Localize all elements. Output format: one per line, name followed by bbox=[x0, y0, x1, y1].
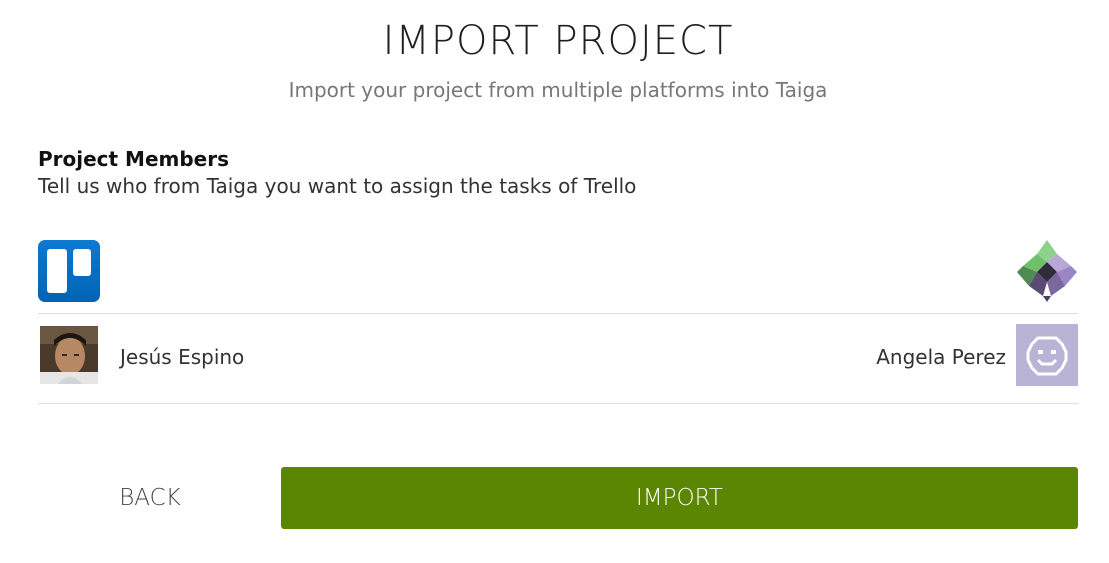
import-button[interactable]: IMPORT bbox=[281, 467, 1078, 529]
project-members-description: Tell us who from Taiga you want to assig… bbox=[38, 174, 637, 198]
divider bbox=[38, 403, 1078, 404]
page-subtitle: Import your project from multiple platfo… bbox=[288, 78, 828, 102]
page-title: IMPORT PROJECT bbox=[382, 18, 734, 64]
import-project-page: IMPORT PROJECT Import your project from … bbox=[0, 0, 1109, 563]
avatar[interactable] bbox=[1016, 324, 1078, 386]
pixel-smiley-avatar bbox=[1016, 324, 1078, 386]
project-members-heading: Project Members bbox=[38, 147, 230, 171]
trello-logo-icon bbox=[38, 240, 100, 302]
target-member-name[interactable]: Angela Perez bbox=[876, 345, 1006, 369]
divider bbox=[38, 313, 1078, 314]
source-member-name: Jesús Espino bbox=[120, 345, 245, 369]
user-photo-avatar bbox=[40, 326, 98, 384]
taiga-logo-icon bbox=[1017, 240, 1077, 302]
avatar bbox=[40, 326, 98, 384]
back-button[interactable]: BACK bbox=[38, 467, 262, 529]
